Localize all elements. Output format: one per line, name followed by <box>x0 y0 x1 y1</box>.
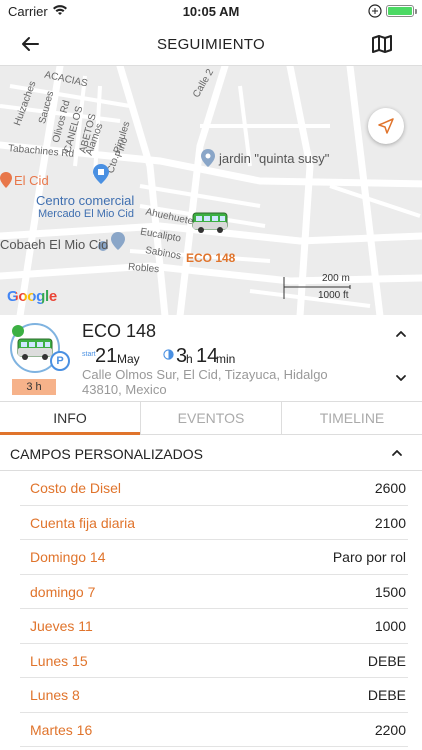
navigation-arrow-icon <box>378 118 394 134</box>
charging-icon <box>368 4 382 18</box>
field-key: Lunes 8 <box>30 687 80 703</box>
battery-icon <box>386 5 417 17</box>
chevron-up-icon[interactable] <box>394 327 408 341</box>
restaurant-pin-icon <box>0 172 12 188</box>
vehicle-avatar[interactable]: P <box>10 323 70 383</box>
shopping-pin-icon <box>93 164 109 184</box>
clock-time: 10:05 AM <box>182 4 240 19</box>
locate-button[interactable] <box>368 108 404 144</box>
nav-bar: SEGUIMIENTO <box>0 22 422 66</box>
start-month: May <box>117 352 140 366</box>
field-value: 2100 <box>374 514 406 531</box>
field-key: Martes 16 <box>30 721 93 738</box>
list-item: Jueves 11 1000 <box>20 609 408 644</box>
field-key: Costo de Disel <box>30 480 122 496</box>
field-value: Paro por rol <box>332 549 406 565</box>
tab-timeline[interactable]: TIMELINE <box>282 402 422 434</box>
duration-minutes: 14 <box>196 345 219 367</box>
poi-centro-comercial[interactable]: Centro comercial <box>36 193 134 208</box>
section-header[interactable]: CAMPOS PERSONALIZADOS <box>0 435 422 471</box>
vehicle-address: Calle Olmos Sur, El Cid, Tizayuca, Hidal… <box>82 367 328 397</box>
custom-fields-list: Costo de Disel 2600 Cuenta fija diaria 2… <box>0 471 422 747</box>
field-value: 1000 <box>374 618 406 634</box>
map-view[interactable]: ACACIAS Huizaches Sauces Olivos Rd CANEL… <box>0 66 422 315</box>
list-item: Martes 16 2200 <box>20 713 408 747</box>
list-item: Lunes 15 DEBE <box>20 644 408 678</box>
school-pin-icon <box>111 232 125 250</box>
list-item: Domingo 14 Paro por rol <box>20 540 408 575</box>
section-title: CAMPOS PERSONALIZADOS <box>10 446 203 462</box>
chevron-down-icon[interactable] <box>394 371 408 385</box>
vehicle-map-label: ECO 148 <box>186 251 236 265</box>
field-value: 2600 <box>374 480 406 496</box>
vehicle-card: P 3 h ECO 148 start 21 May 3 h 14 min Ca… <box>0 315 422 401</box>
field-key: Lunes 15 <box>30 652 88 669</box>
field-value: DEBE <box>367 652 406 669</box>
google-logo: Google <box>7 288 57 305</box>
poi-cobaeh[interactable]: Cobaeh El Mio Cid <box>0 237 108 252</box>
list-item: Cuenta fija diaria 2100 <box>20 506 408 540</box>
scale-feet: 1000 ft <box>318 290 349 301</box>
map-scale: 200 m 1000 ft <box>282 273 352 305</box>
clock-icon <box>163 349 174 360</box>
poi-elcid[interactable]: El Cid <box>14 173 49 188</box>
page-title: SEGUIMIENTO <box>156 36 266 53</box>
field-key: Jueves 11 <box>30 618 93 634</box>
duration-minutes-unit: min <box>216 352 236 366</box>
list-item: Costo de Disel 2600 <box>20 471 408 506</box>
status-online-icon <box>12 325 24 337</box>
google-logo-text: Google <box>7 288 57 305</box>
list-item: domingo 7 1500 <box>20 575 408 609</box>
start-day: 21 <box>95 345 118 367</box>
poi-mercado[interactable]: Mercado El Mio Cid <box>38 208 134 220</box>
bus-marker-icon[interactable] <box>192 211 230 235</box>
tab-info[interactable]: INFO <box>0 402 141 435</box>
status-bar: Carrier 10:05 AM <box>0 0 422 22</box>
map-icon[interactable] <box>370 32 394 56</box>
field-value: DEBE <box>367 687 406 703</box>
chevron-up-icon[interactable] <box>390 446 404 460</box>
field-key: Domingo 14 <box>30 549 106 565</box>
list-item: Lunes 8 DEBE <box>20 678 408 713</box>
hours-badge: 3 h <box>12 379 56 395</box>
tab-eventos[interactable]: EVENTOS <box>141 402 282 434</box>
field-key: domingo 7 <box>30 583 96 600</box>
parking-badge: P <box>50 351 70 371</box>
field-value: 1500 <box>374 583 406 600</box>
field-key: Cuenta fija diaria <box>30 514 136 531</box>
vehicle-name: ECO 148 <box>82 321 157 341</box>
poi-jardin[interactable]: jardin "quinta susy" <box>219 151 329 166</box>
start-label: start <box>82 351 96 358</box>
tab-bar: INFO EVENTOS TIMELINE <box>0 401 422 435</box>
duration-hours-unit: h <box>186 352 193 366</box>
park-pin-icon <box>201 149 215 167</box>
field-value: 2200 <box>374 721 406 738</box>
